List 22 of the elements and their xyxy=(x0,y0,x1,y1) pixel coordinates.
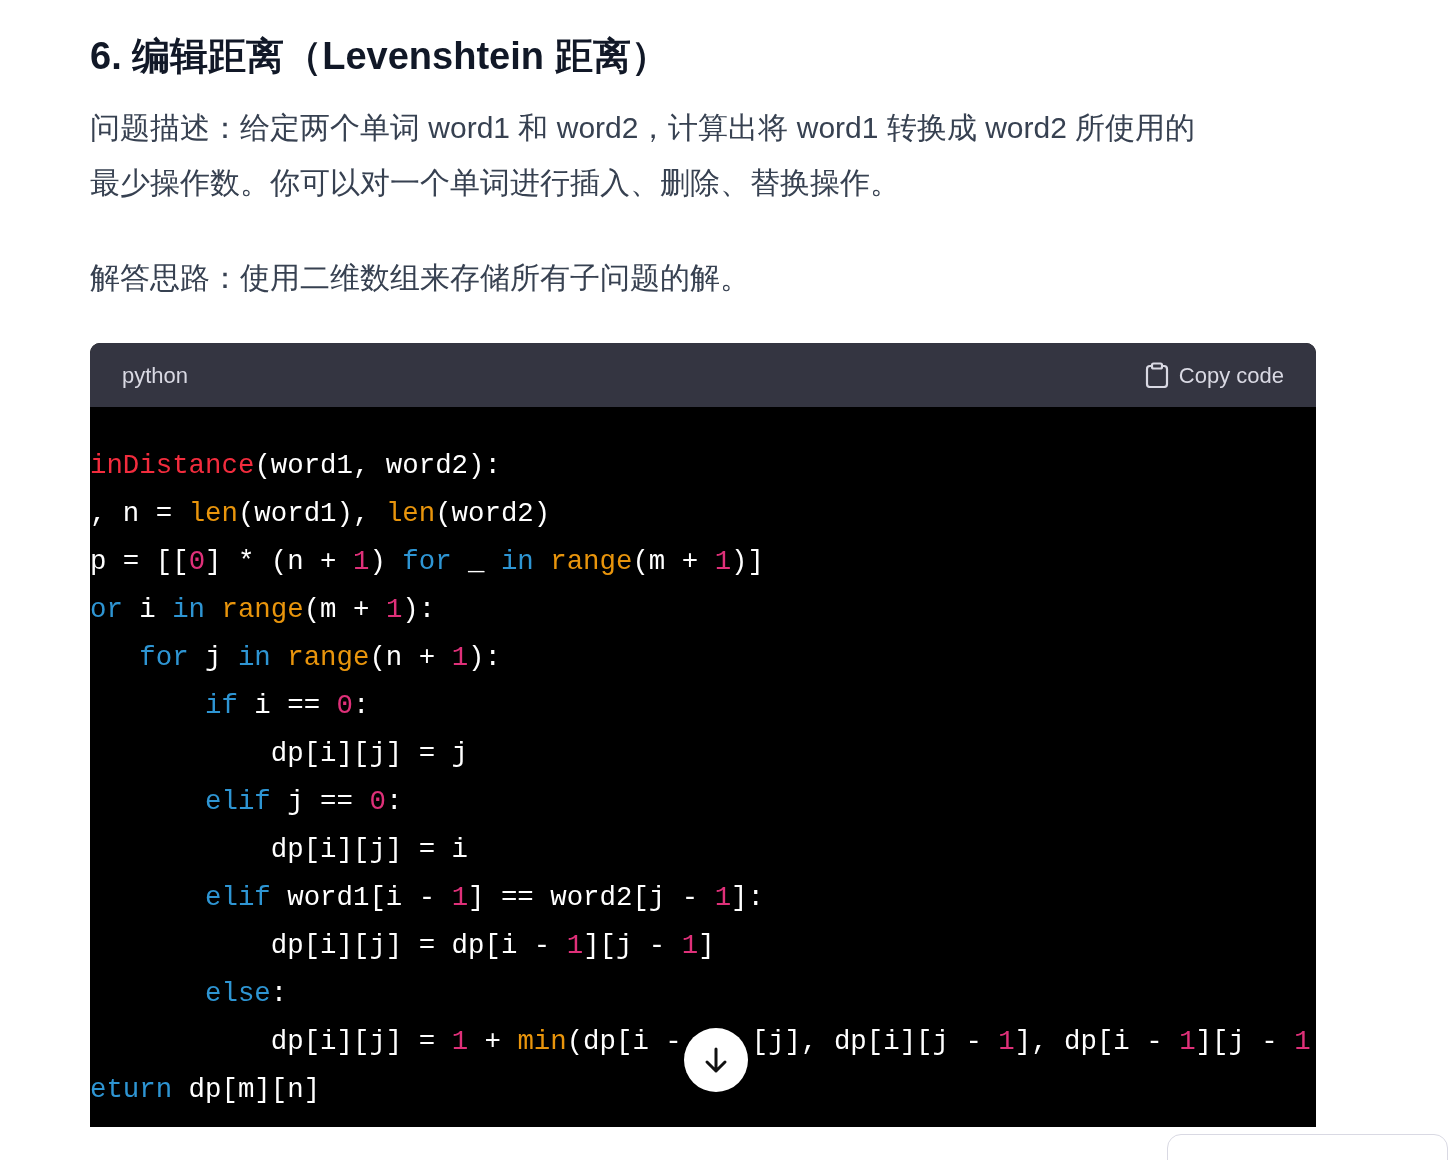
code-text: dp[i][j] = i xyxy=(269,833,469,867)
paragraph: 问题描述：给定两个单词 word1 和 word2，计算出将 word1 转换成 word2 所使用的最少操作数。你可以对一个单词进行插入、删除、替换操作。 xyxy=(90,110,1197,201)
code-text: , n = len(word1), len(word2) xyxy=(90,497,551,531)
code-text: elif j == 0: xyxy=(204,785,403,819)
copy-code-button[interactable]: Copy code xyxy=(1144,358,1284,392)
code-text: p = [[0] * (n + 1) for _ in range(m + 1)] xyxy=(90,545,764,579)
code-text: or i in range(m + 1): xyxy=(90,593,436,627)
language-label: python xyxy=(122,361,189,390)
code-text: else: xyxy=(204,977,288,1011)
arrow-down-icon xyxy=(703,1046,729,1074)
code-text: dp[i][j] = dp[i - 1][j - 1] xyxy=(269,929,715,963)
code-text: [j], dp[i][j - 1], dp[i - 1][j - 1 xyxy=(751,1025,1311,1059)
code-text: dp[i][j] = j xyxy=(269,737,469,771)
code-text: eturn dp[m][n] xyxy=(90,1073,321,1107)
code-text: dp[i][j] = 1 + min(dp[i - xyxy=(269,1025,682,1059)
clipboard-icon xyxy=(1144,362,1169,388)
code-text: for j in range(n + 1): xyxy=(138,641,501,675)
section-heading: 6. 编辑距离（Levenshtein 距离） xyxy=(90,34,670,79)
code-text: inDistance(word1, word2): xyxy=(90,449,501,483)
paragraph: 解答思路：使用二维数组来存储所有子问题的解。 xyxy=(90,260,751,296)
code-text: elif word1[i - 1] == word2[j - 1]: xyxy=(204,881,764,915)
code-text: if i == 0: xyxy=(204,689,370,723)
